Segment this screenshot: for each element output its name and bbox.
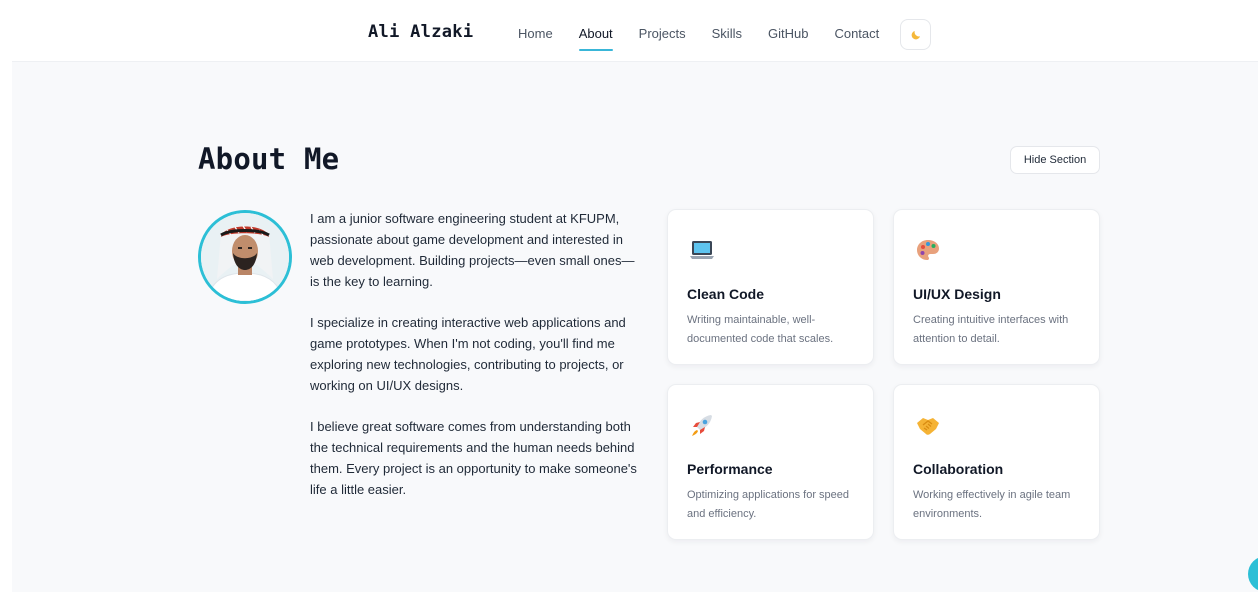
bio-paragraph: I am a junior software engineering stude… bbox=[310, 211, 635, 289]
brand-logo[interactable]: Ali Alzaki bbox=[368, 22, 473, 42]
nav-link-projects[interactable]: Projects bbox=[639, 26, 686, 41]
hide-section-button[interactable]: Hide Section bbox=[1010, 146, 1100, 174]
theme-toggle-button[interactable] bbox=[900, 19, 931, 50]
avatar bbox=[198, 210, 292, 304]
rocket-icon bbox=[692, 415, 712, 436]
handshake-icon bbox=[917, 418, 939, 435]
section-title: About Me bbox=[198, 142, 340, 176]
feature-card-ui-ux-design: UI/UX Design Creating intuitive interfac… bbox=[893, 209, 1100, 365]
card-title: Performance bbox=[687, 461, 773, 477]
feature-card-clean-code: Clean Code Writing maintainable, well-do… bbox=[667, 209, 874, 365]
navbar: Ali Alzaki Home About Projects Skills Gi… bbox=[12, 0, 1258, 62]
about-section: About Me Hide Section I am a junior soft bbox=[12, 62, 1258, 592]
nav-link-github[interactable]: GitHub bbox=[768, 26, 808, 41]
card-description: Optimizing applications for speed and ef… bbox=[687, 489, 850, 520]
moon-icon bbox=[911, 30, 920, 39]
nav-link-skills[interactable]: Skills bbox=[712, 26, 742, 41]
laptop-icon bbox=[690, 241, 714, 259]
palette-icon bbox=[917, 240, 939, 260]
nav-links: Home About Projects Skills GitHub Contac… bbox=[518, 26, 905, 51]
card-description: Creating intuitive interfaces with atten… bbox=[913, 314, 1069, 345]
nav-link-contact[interactable]: Contact bbox=[834, 26, 879, 41]
bio-paragraph: I believe great software comes from unde… bbox=[310, 419, 637, 497]
card-description: Working effectively in agile team enviro… bbox=[913, 489, 1071, 520]
nav-link-home[interactable]: Home bbox=[518, 26, 553, 41]
nav-link-about[interactable]: About bbox=[578, 26, 613, 51]
feature-card-performance: Performance Optimizing applications for … bbox=[667, 384, 874, 540]
card-title: Collaboration bbox=[913, 461, 1004, 477]
bio-paragraph: I specialize in creating interactive web… bbox=[310, 315, 626, 393]
bio-text: I am a junior software engineering stude… bbox=[310, 208, 640, 520]
card-description: Writing maintainable, well-documented co… bbox=[687, 314, 834, 345]
card-title: UI/UX Design bbox=[913, 286, 1001, 302]
profile-photo bbox=[201, 213, 289, 301]
feature-card-collaboration: Collaboration Working effectively in agi… bbox=[893, 384, 1100, 540]
card-title: Clean Code bbox=[687, 286, 765, 302]
